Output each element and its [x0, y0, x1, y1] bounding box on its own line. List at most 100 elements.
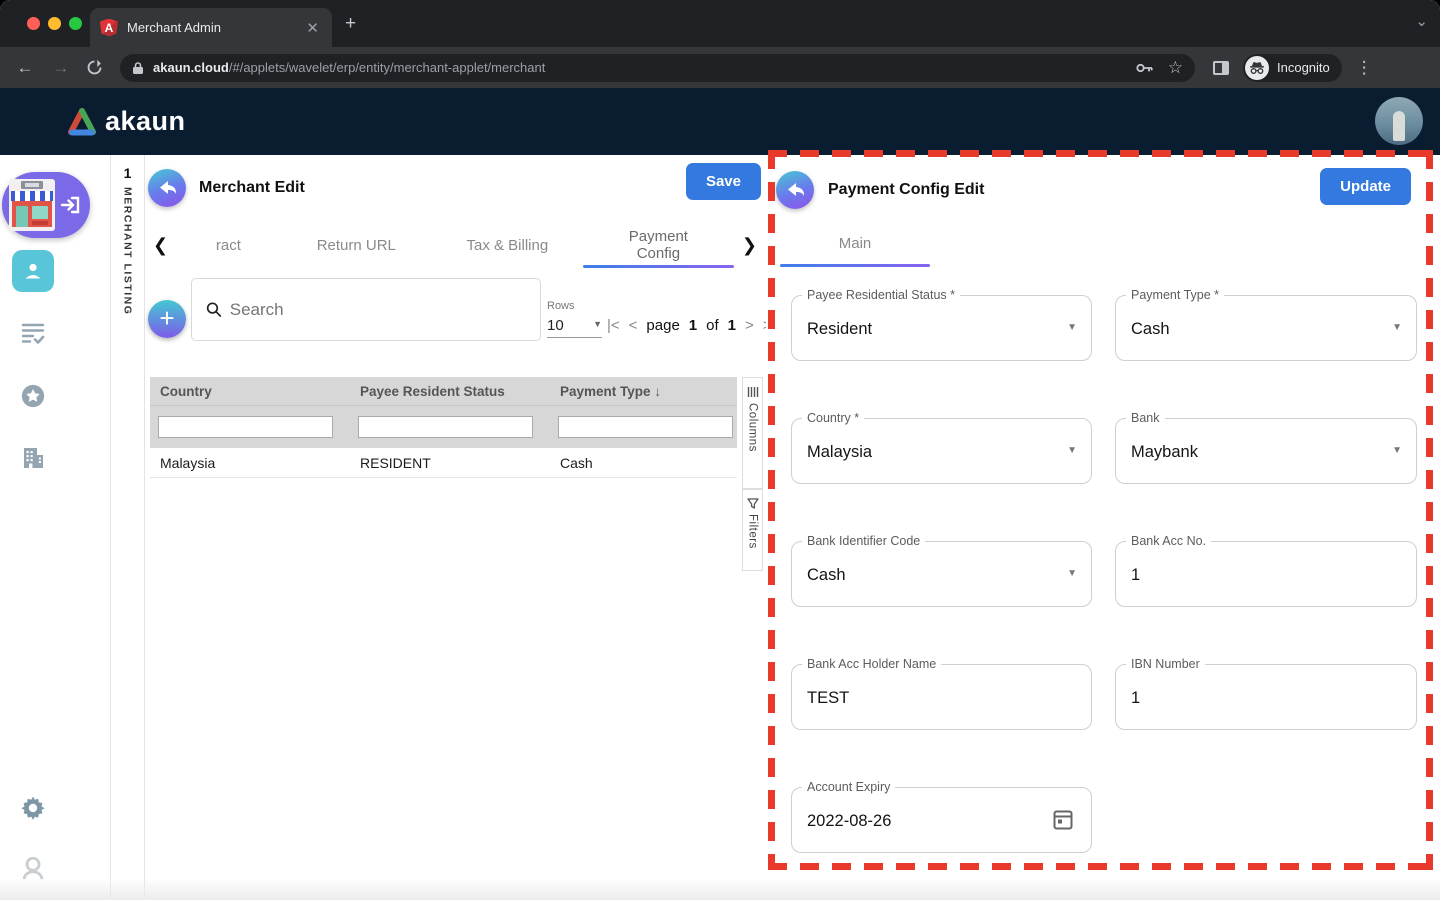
column-payee-resident-status[interactable]: Payee Resident Status [350, 384, 550, 399]
new-tab-button[interactable]: + [345, 14, 356, 33]
akaun-logo: akaun [66, 106, 186, 137]
filter-country-input[interactable] [158, 416, 333, 438]
cell-country: Malaysia [150, 455, 350, 471]
forward-button[interactable]: → [50, 58, 72, 78]
tab-search-chevron-icon[interactable]: ⌄ [1415, 12, 1428, 30]
columns-toggle[interactable]: Columns [742, 377, 763, 489]
sidebar-item-tasks[interactable] [20, 320, 46, 346]
search-input[interactable] [230, 300, 526, 320]
browser-window: A Merchant Admin ✕ + ⌄ ← → akaun.cloud/#… [0, 0, 1440, 900]
sidebar-item-organization[interactable] [20, 445, 46, 471]
table-side-controls: Columns Filters [742, 377, 763, 571]
user-avatar[interactable] [1375, 97, 1423, 145]
star-circle-icon [20, 382, 46, 410]
filter-payee-status-input[interactable] [358, 416, 533, 438]
rows-dropdown-icon: ▼ [593, 319, 602, 329]
payment-config-form: Payee Residential Status * Resident ▼ Pa… [791, 295, 1417, 853]
password-key-icon[interactable] [1136, 62, 1154, 74]
field-country[interactable]: Country * Malaysia ▼ [791, 418, 1092, 484]
sidebar-item-profile[interactable] [20, 855, 46, 881]
tabs-scroll-right-icon[interactable]: ❯ [734, 235, 765, 256]
app-sidebar [0, 155, 111, 900]
back-button[interactable]: ← [14, 58, 36, 78]
dropdown-arrow-icon: ▼ [1392, 322, 1402, 333]
page-word: page [646, 317, 679, 334]
shop-icon [9, 179, 55, 231]
update-button[interactable]: Update [1320, 168, 1411, 205]
field-ibn-number[interactable]: IBN Number 1 [1115, 664, 1417, 730]
tab-close-icon[interactable]: ✕ [303, 19, 322, 37]
column-country[interactable]: Country [150, 384, 350, 399]
table-header-row: Country Payee Resident Status Payment Ty… [150, 377, 737, 406]
applet-tab-label: MERCHANT LISTING [122, 187, 134, 315]
field-bank-acc-holder-name[interactable]: Bank Acc Holder Name TEST [791, 664, 1092, 730]
browser-toolbar: ← → akaun.cloud/#/applets/wavelet/erp/en… [0, 47, 1440, 88]
side-panel-icon[interactable] [1213, 61, 1229, 75]
sidebar-item-contacts[interactable] [12, 250, 54, 292]
close-window-button[interactable] [27, 17, 40, 30]
column-payment-type[interactable]: Payment Type ↓ [550, 384, 737, 399]
dropdown-arrow-icon: ▼ [1067, 322, 1077, 333]
minimize-window-button[interactable] [48, 17, 61, 30]
next-page-button[interactable]: > [745, 317, 754, 334]
tab-contract[interactable]: ract [176, 222, 281, 268]
lock-icon [132, 61, 144, 75]
add-record-button[interactable]: + [148, 300, 186, 338]
incognito-badge: Incognito [1243, 54, 1342, 82]
save-button[interactable]: Save [686, 163, 761, 200]
table-filter-row [150, 406, 737, 448]
rows-select[interactable]: 10▼ [547, 317, 602, 338]
field-payee-residential-status[interactable]: Payee Residential Status * Resident ▼ [791, 295, 1092, 361]
tab-return-url[interactable]: Return URL [281, 222, 432, 268]
payment-config-table: Country Payee Resident Status Payment Ty… [150, 377, 737, 478]
tab-main[interactable]: Main [780, 227, 930, 267]
pagination: |< < page 1 of 1 > >| [607, 317, 775, 334]
building-icon [20, 445, 46, 471]
active-tab-underline [780, 264, 930, 267]
payment-config-header: Payment Config Edit Update [776, 165, 1431, 215]
panel-title: Payment Config Edit [828, 181, 984, 199]
incognito-label: Incognito [1277, 60, 1330, 75]
filters-toggle[interactable]: Filters [742, 489, 763, 571]
search-box[interactable] [191, 278, 541, 341]
table-row[interactable]: Malaysia RESIDENT Cash [150, 448, 737, 478]
sidebar-item-settings[interactable] [20, 795, 46, 821]
url-text: akaun.cloud/#/applets/wavelet/erp/entity… [153, 60, 1122, 75]
browser-tab[interactable]: A Merchant Admin ✕ [90, 8, 332, 47]
field-account-expiry[interactable]: Account Expiry 2022-08-26 [791, 787, 1092, 853]
merchant-edit-header: Merchant Edit Save [145, 163, 765, 213]
cell-payee-status: RESIDENT [350, 455, 550, 471]
tab-title: Merchant Admin [127, 20, 303, 35]
field-bank-identifier-code[interactable]: Bank Identifier Code Cash ▼ [791, 541, 1092, 607]
calendar-icon[interactable] [1053, 808, 1073, 830]
logo-text: akaun [105, 106, 186, 137]
active-tab-underline [583, 265, 734, 268]
active-applet-merchant[interactable] [2, 172, 90, 238]
person-icon [22, 260, 44, 282]
gear-icon [20, 795, 46, 821]
filter-payment-type-input[interactable] [558, 416, 733, 438]
address-bar[interactable]: akaun.cloud/#/applets/wavelet/erp/entity… [120, 54, 1195, 82]
tab-payment-config[interactable]: Payment Config [583, 222, 734, 268]
field-bank[interactable]: Bank Maybank ▼ [1115, 418, 1417, 484]
prev-page-button[interactable]: < [629, 317, 638, 334]
app-content: 1 MERCHANT LISTING Merchant Edit Save ❮ … [0, 155, 1440, 900]
panel-title: Merchant Edit [199, 179, 305, 197]
first-page-button[interactable]: |< [607, 317, 620, 334]
tab-tax-billing[interactable]: Tax & Billing [432, 222, 583, 268]
zoom-window-button[interactable] [69, 17, 82, 30]
cell-payment-type: Cash [550, 455, 737, 471]
browser-menu-icon[interactable]: ⋮ [1356, 58, 1373, 78]
dropdown-arrow-icon: ▼ [1392, 445, 1402, 456]
filter-funnel-icon [747, 498, 759, 509]
reload-button[interactable] [86, 59, 108, 76]
field-bank-acc-no[interactable]: Bank Acc No. 1 [1115, 541, 1417, 607]
field-payment-type[interactable]: Payment Type * Cash ▼ [1115, 295, 1417, 361]
akaun-triangle-icon [66, 107, 98, 137]
back-button-payment-config[interactable] [776, 171, 814, 209]
bookmark-star-icon[interactable]: ☆ [1168, 61, 1183, 75]
sidebar-item-favorites[interactable] [20, 383, 46, 409]
applet-tab-merchant-listing[interactable]: 1 MERCHANT LISTING [111, 155, 145, 900]
back-button-merchant[interactable] [148, 169, 186, 207]
tabs-scroll-left-icon[interactable]: ❮ [145, 235, 176, 256]
